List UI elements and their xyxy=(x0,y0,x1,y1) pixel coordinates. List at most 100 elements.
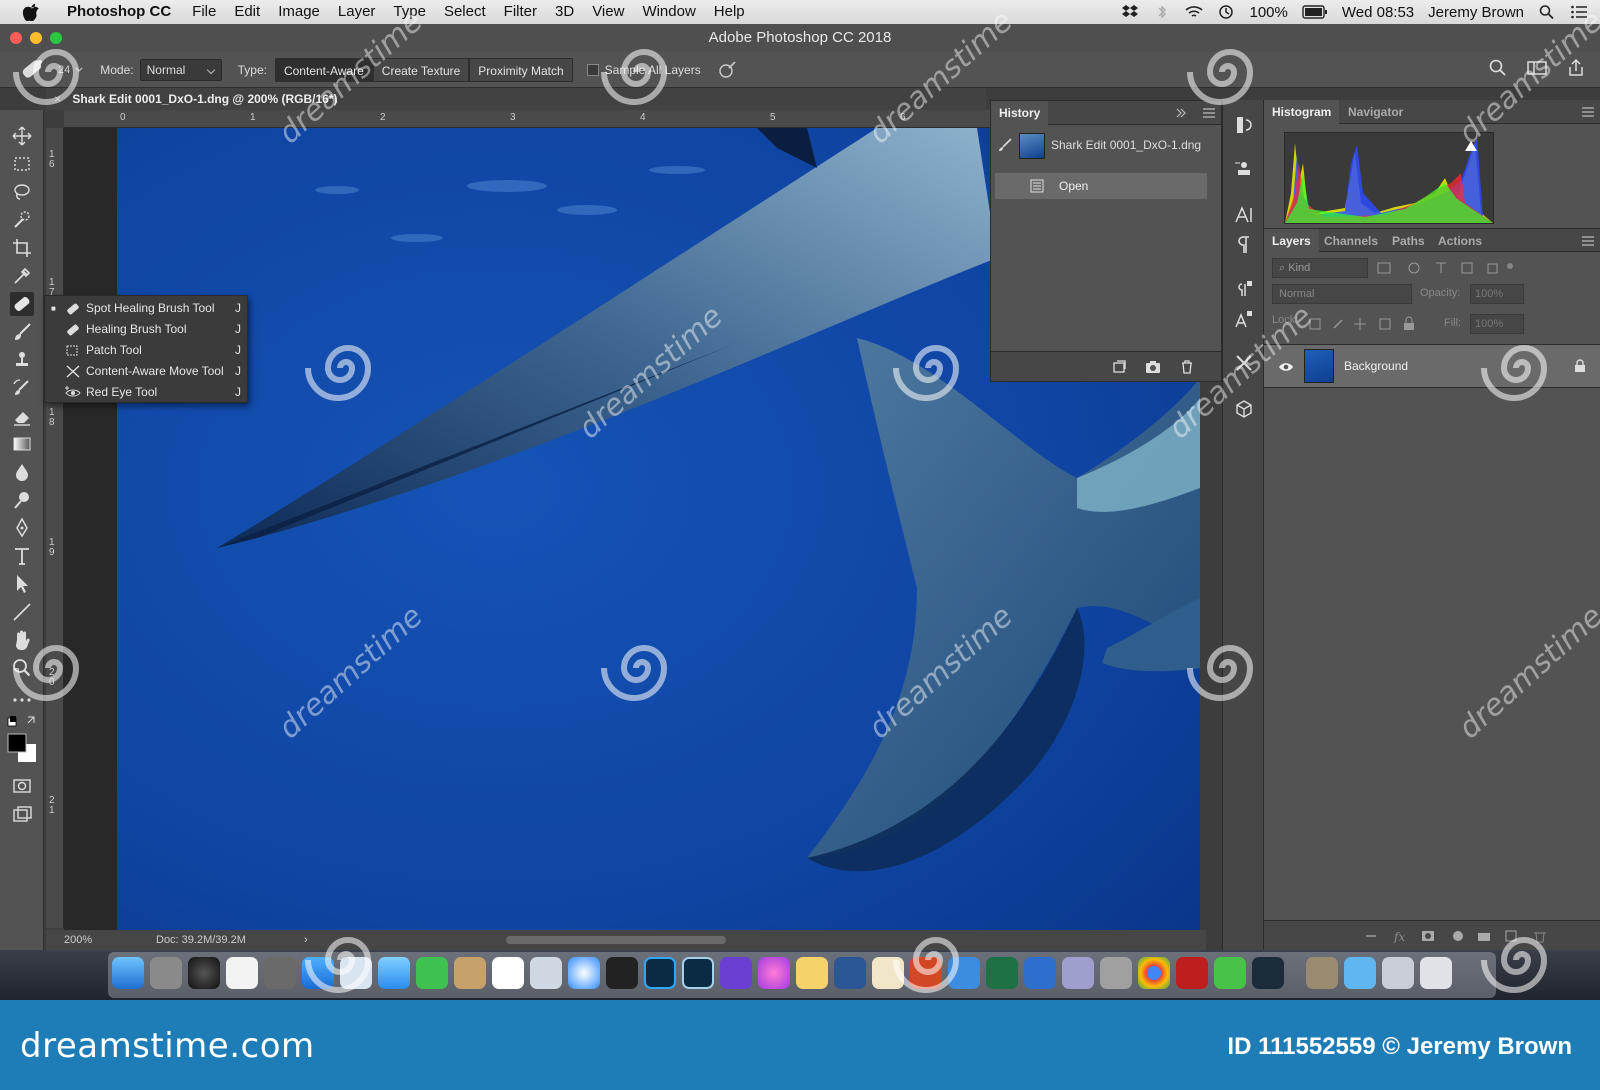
move-tool-icon[interactable] xyxy=(10,124,34,148)
checkbox-box[interactable] xyxy=(586,63,599,76)
tab-layers[interactable]: Layers xyxy=(1264,229,1319,253)
safari-icon[interactable] xyxy=(568,957,600,989)
crop-tool-icon[interactable] xyxy=(10,236,34,260)
brush-size[interactable]: 24 xyxy=(58,64,70,76)
lock-icons[interactable] xyxy=(1308,316,1438,332)
pen-tool-icon[interactable] xyxy=(10,516,34,540)
script-editor-icon[interactable] xyxy=(872,957,904,989)
close-window-button[interactable] xyxy=(10,32,22,44)
battery-icon[interactable] xyxy=(1302,5,1328,19)
powerpoint-icon[interactable] xyxy=(910,957,942,989)
preview-icon[interactable] xyxy=(340,957,372,989)
trash-icon[interactable] xyxy=(1420,957,1452,989)
blend-mode-select[interactable]: Normal xyxy=(1272,284,1412,304)
menu-edit[interactable]: Edit xyxy=(225,0,269,24)
photoshop-icon[interactable] xyxy=(644,957,676,989)
layer-name[interactable]: Background xyxy=(1344,359,1408,373)
dodge-tool-icon[interactable] xyxy=(10,488,34,512)
opacity-field[interactable]: 100% xyxy=(1470,284,1524,304)
layer-filter-icons[interactable] xyxy=(1374,260,1514,276)
blur-tool-icon[interactable] xyxy=(10,460,34,484)
lightroom-icon[interactable] xyxy=(682,957,714,989)
more-tools-icon[interactable] xyxy=(10,688,34,712)
panel-menu-icon[interactable] xyxy=(1203,108,1215,118)
numbers-icon[interactable] xyxy=(1024,957,1056,989)
menu-view[interactable]: View xyxy=(583,0,633,24)
clover-icon[interactable] xyxy=(1214,957,1246,989)
share-icon[interactable] xyxy=(1566,58,1586,78)
wifi-icon[interactable] xyxy=(1185,4,1204,20)
layer-filter-kind[interactable]: ⌕ Kind xyxy=(1272,258,1368,278)
minimize-window-button[interactable] xyxy=(30,32,42,44)
tab-actions[interactable]: Actions xyxy=(1430,229,1490,253)
menu-type[interactable]: Type xyxy=(384,0,435,24)
workspace-icon[interactable] xyxy=(1526,58,1548,78)
flyout-item[interactable]: Content-Aware Move Tool J xyxy=(45,361,249,382)
calculator-icon[interactable] xyxy=(1100,957,1132,989)
search-icon[interactable] xyxy=(1488,58,1508,78)
history-brush-tool-icon[interactable] xyxy=(10,376,34,400)
screen-mode-icon[interactable] xyxy=(10,802,34,826)
menu-select[interactable]: Select xyxy=(435,0,495,24)
facetime-icon[interactable] xyxy=(416,957,448,989)
menu-file[interactable]: File xyxy=(183,0,225,24)
clock[interactable]: Wed 08:53 xyxy=(1342,4,1414,21)
spot-healing-brush-tool-icon[interactable] xyxy=(10,292,34,316)
flyout-item[interactable]: Healing Brush Tool J xyxy=(45,319,249,340)
chevron-down-icon[interactable] xyxy=(74,65,84,75)
path-selection-tool-icon[interactable] xyxy=(10,572,34,596)
collapse-panel-icon[interactable] xyxy=(1175,108,1187,118)
fill-field[interactable]: 100% xyxy=(1470,314,1524,334)
flyout-item[interactable]: ■ Spot Healing Brush Tool J xyxy=(45,298,249,319)
document-tab[interactable]: × Shark Edit 0001_DxO-1.dng @ 200% (RGB/… xyxy=(46,88,986,110)
layer-background[interactable]: Background xyxy=(1264,344,1600,388)
quick-mask-icon[interactable] xyxy=(10,774,34,798)
gradient-tool-icon[interactable] xyxy=(10,432,34,456)
tab-channels[interactable]: Channels xyxy=(1316,229,1386,253)
dashboard-icon[interactable] xyxy=(188,957,220,989)
status-menu-arrow-icon[interactable]: › xyxy=(304,930,308,950)
clone-stamp-tool-icon[interactable] xyxy=(10,348,34,372)
eyedropper-tool-icon[interactable] xyxy=(10,264,34,288)
folder-icon[interactable] xyxy=(1344,957,1376,989)
type-proximity-match[interactable]: Proximity Match xyxy=(469,57,573,82)
imovie-icon[interactable] xyxy=(720,957,752,989)
menu-window[interactable]: Window xyxy=(633,0,704,24)
bluetooth-icon[interactable] xyxy=(1153,4,1171,20)
contacts-icon[interactable] xyxy=(454,957,486,989)
brush-tool-icon[interactable] xyxy=(10,320,34,344)
marquee-tool-icon[interactable] xyxy=(10,152,34,176)
filezilla-icon[interactable] xyxy=(1176,957,1208,989)
trash-icon[interactable] xyxy=(1179,359,1195,375)
eye-visibility-icon[interactable] xyxy=(1278,361,1294,373)
flyout-item[interactable]: Red Eye Tool J xyxy=(45,382,249,403)
type-create-texture[interactable]: Create Texture xyxy=(372,57,470,82)
close-document-icon[interactable]: × xyxy=(54,92,61,106)
snapshot-camera-icon[interactable] xyxy=(1145,359,1161,375)
doc-size[interactable]: Doc: 39.2M/39.2M xyxy=(156,930,246,950)
panel-menu-icon[interactable] xyxy=(1582,236,1594,246)
user-name[interactable]: Jeremy Brown xyxy=(1428,4,1524,21)
sample-all-layers-checkbox[interactable]: Sample All Layers xyxy=(586,63,701,77)
new-document-from-state-icon[interactable] xyxy=(1111,359,1127,375)
aperture-icon[interactable] xyxy=(606,957,638,989)
apple-icon[interactable] xyxy=(20,3,42,21)
word-icon[interactable] xyxy=(834,957,866,989)
panel-menu-icon[interactable] xyxy=(1582,107,1594,117)
utility-icon[interactable] xyxy=(1062,957,1094,989)
zoom-window-button[interactable] xyxy=(50,32,62,44)
dictionary-icon[interactable] xyxy=(796,957,828,989)
history-snapshot[interactable]: Shark Edit 0001_DxO-1.dng xyxy=(991,127,1221,163)
documents-stack-icon[interactable] xyxy=(1382,957,1414,989)
reminders-icon[interactable] xyxy=(226,957,258,989)
menu-filter[interactable]: Filter xyxy=(495,0,546,24)
type-tool-icon[interactable] xyxy=(10,544,34,568)
notification-center-icon[interactable] xyxy=(1570,4,1588,20)
download-stack-icon[interactable] xyxy=(1306,957,1338,989)
mode-select[interactable]: Normal xyxy=(139,58,222,81)
tab-navigator[interactable]: Navigator xyxy=(1340,100,1411,124)
tab-history[interactable]: History xyxy=(991,101,1049,125)
zoom-tool-icon[interactable] xyxy=(10,656,34,680)
keynote-icon[interactable] xyxy=(948,957,980,989)
menu-layer[interactable]: Layer xyxy=(329,0,385,24)
